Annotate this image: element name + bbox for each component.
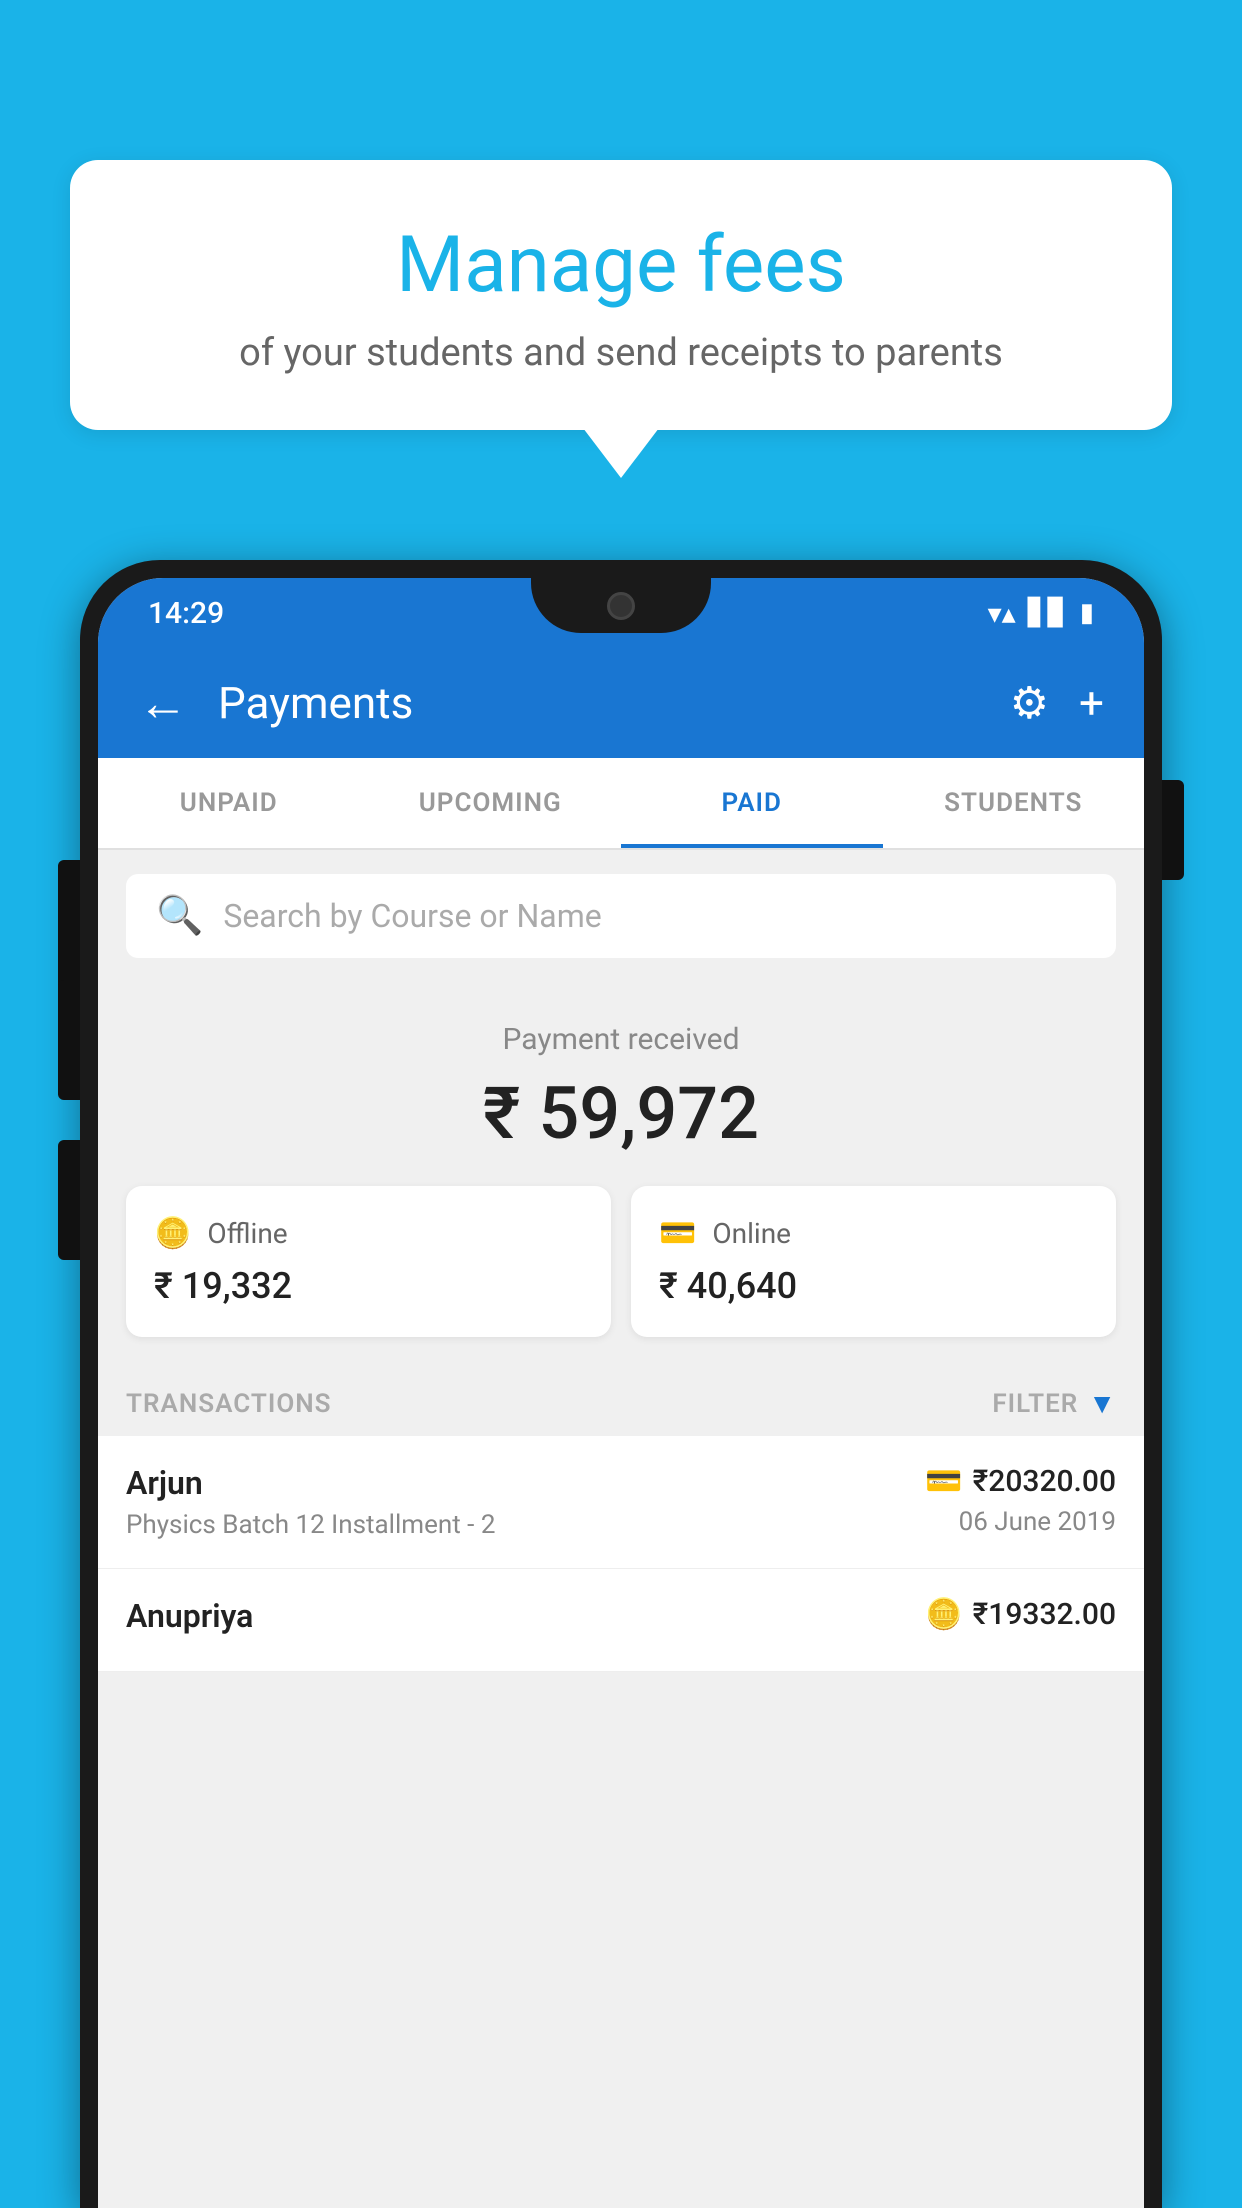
filter-icon: ▼ [1088,1387,1116,1420]
payment-total-amount: ₹ 59,972 [126,1071,1116,1156]
transaction-name: Anupriya [126,1597,925,1635]
battery-icon: ▮ [1080,598,1094,628]
phone-screen: 14:29 ▾▴ ▋▊ ▮ ← Payments ⚙ + UNPAID UPCO… [98,578,1144,2208]
transactions-label: TRANSACTIONS [126,1389,332,1419]
transaction-right: 🪙 ₹19332.00 [925,1597,1116,1640]
phone-notch [531,578,711,633]
filter-area[interactable]: FILTER ▼ [992,1387,1116,1420]
search-input[interactable]: Search by Course or Name [223,897,601,935]
tab-students[interactable]: STUDENTS [883,758,1145,848]
online-card-header: 💳 Online [659,1216,1088,1251]
transaction-date: 06 June 2019 [925,1507,1116,1537]
app-bar: ← Payments ⚙ + [98,648,1144,758]
status-icons: ▾▴ ▋▊ ▮ [988,597,1094,630]
offline-amount: ₹ 19,332 [154,1265,583,1307]
filter-label: FILTER [992,1389,1078,1419]
transaction-left: Anupriya [126,1597,925,1643]
signal-icon: ▋▊ [1028,598,1068,628]
payment-received-label: Payment received [126,1022,1116,1057]
tab-paid[interactable]: PAID [621,758,883,848]
offline-label: Offline [207,1217,287,1250]
transaction-right: 💳 ₹20320.00 06 June 2019 [925,1464,1116,1537]
transaction-left: Arjun Physics Batch 12 Installment - 2 [126,1464,925,1540]
online-payment-icon: 💳 [659,1216,696,1251]
gear-icon[interactable]: ⚙ [1010,677,1049,729]
tooltip-subtitle: of your students and send receipts to pa… [120,331,1122,375]
tabs-bar: UNPAID UPCOMING PAID STUDENTS [98,758,1144,850]
offline-icon: 🪙 [925,1597,962,1632]
search-bar[interactable]: 🔍 Search by Course or Name [126,874,1116,958]
transaction-amount: 💳 ₹20320.00 [925,1464,1116,1499]
payment-summary: Payment received ₹ 59,972 [98,982,1144,1186]
tooltip-card: Manage fees of your students and send re… [70,160,1172,430]
tooltip-title: Manage fees [120,220,1122,311]
phone-frame: 14:29 ▾▴ ▋▊ ▮ ← Payments ⚙ + UNPAID UPCO… [80,560,1162,2208]
transaction-name: Arjun [126,1464,925,1502]
online-amount: ₹ 40,640 [659,1265,1088,1307]
status-time: 14:29 [148,596,224,631]
transaction-detail: Physics Batch 12 Installment - 2 [126,1510,925,1540]
payment-cards: 🪙 Offline ₹ 19,332 💳 Online ₹ 40,640 [98,1186,1144,1367]
tab-upcoming[interactable]: UPCOMING [360,758,622,848]
table-row[interactable]: Arjun Physics Batch 12 Installment - 2 💳… [98,1436,1144,1569]
back-button[interactable]: ← [138,674,188,733]
table-row[interactable]: Anupriya 🪙 ₹19332.00 [98,1569,1144,1672]
online-label: Online [712,1217,791,1250]
offline-card: 🪙 Offline ₹ 19,332 [126,1186,611,1337]
front-camera [607,592,635,620]
offline-card-header: 🪙 Offline [154,1216,583,1251]
content-area: 🔍 Search by Course or Name Payment recei… [98,850,1144,2208]
transaction-amount: 🪙 ₹19332.00 [925,1597,1116,1632]
wifi-icon: ▾▴ [988,597,1016,630]
online-icon: 💳 [925,1464,962,1499]
page-title: Payments [218,677,980,729]
transactions-header: TRANSACTIONS FILTER ▼ [98,1367,1144,1436]
add-icon[interactable]: + [1079,677,1104,729]
tab-unpaid[interactable]: UNPAID [98,758,360,848]
offline-payment-icon: 🪙 [154,1216,191,1251]
online-card: 💳 Online ₹ 40,640 [631,1186,1116,1337]
search-icon: 🔍 [156,894,203,938]
app-bar-actions: ⚙ + [1010,677,1104,729]
